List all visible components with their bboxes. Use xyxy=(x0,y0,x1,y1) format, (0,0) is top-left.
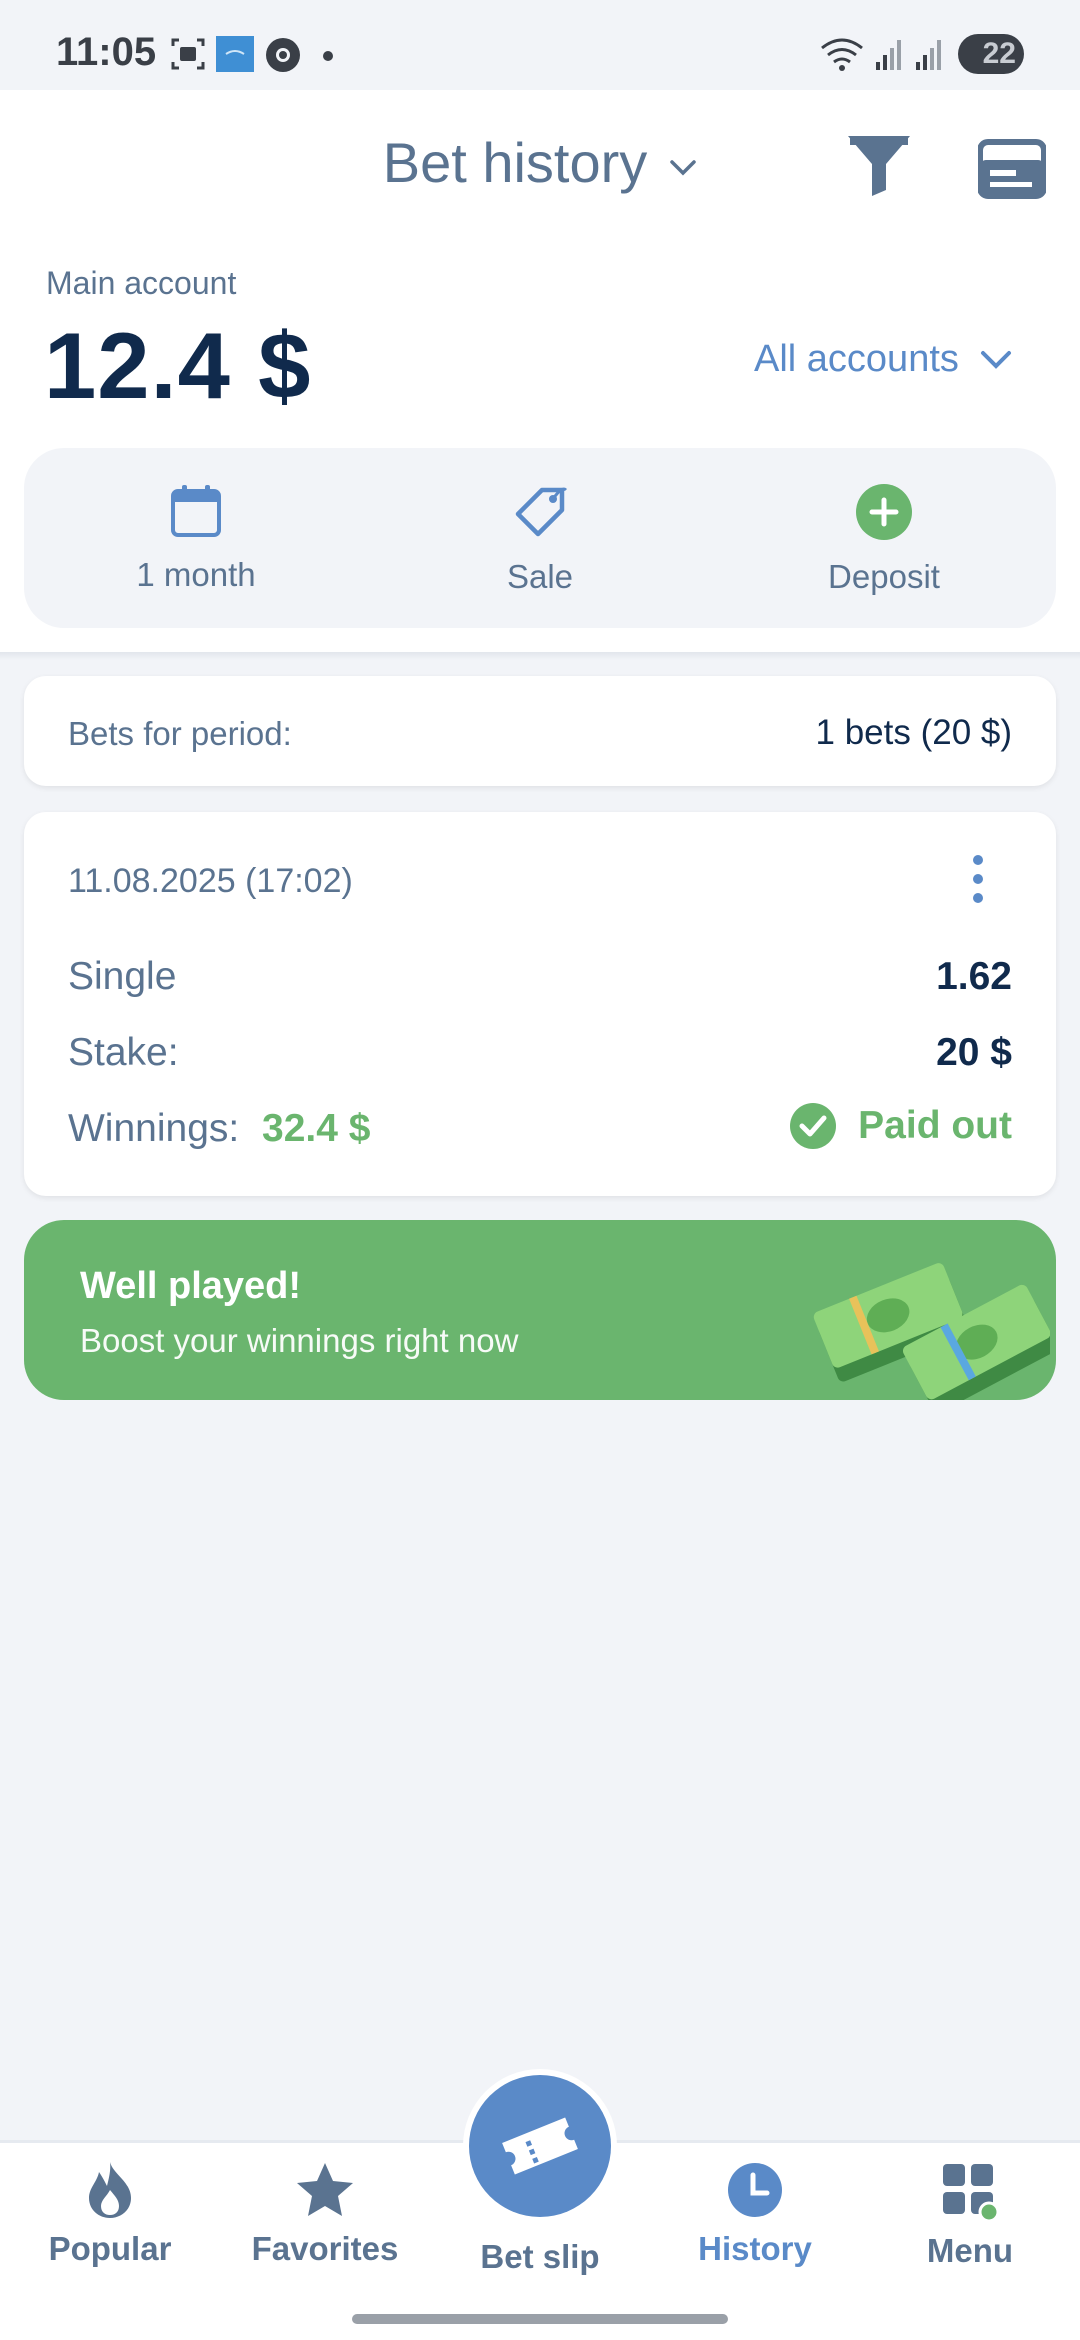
filter-icon[interactable] xyxy=(846,132,912,198)
bet-odds: 1.62 xyxy=(936,955,1012,998)
header-divider xyxy=(0,652,1080,660)
status-time: 11:05 xyxy=(56,30,157,74)
clock-icon xyxy=(728,2163,782,2217)
nav-history-label: History xyxy=(698,2230,812,2267)
all-accounts-dropdown[interactable]: All accounts xyxy=(754,338,1013,381)
bet-slip-list-icon[interactable] xyxy=(978,138,1046,200)
paid-out-status: Paid out xyxy=(790,1103,1012,1149)
screenshot-icon xyxy=(171,38,205,70)
money-stack-icon xyxy=(813,1263,1050,1400)
promo-subtitle: Boost your winnings right now xyxy=(80,1322,519,1359)
deposit-label: Deposit xyxy=(828,558,940,595)
nav-bet-slip-label: Bet slip xyxy=(480,2238,600,2275)
nav-popular[interactable]: Popular xyxy=(10,2160,210,2268)
period-summary-value: 1 bets (20 $) xyxy=(815,713,1013,752)
chrome-icon xyxy=(266,38,300,72)
signal-icon xyxy=(876,40,901,70)
sale-button[interactable]: Sale xyxy=(390,484,690,596)
period-button[interactable]: 1 month xyxy=(46,484,346,594)
plus-circle-icon xyxy=(856,484,912,540)
calendar-icon xyxy=(171,485,221,537)
dot-icon xyxy=(323,51,333,61)
main-balance: 12.4 $ xyxy=(44,313,312,418)
page-title: Bet history xyxy=(382,131,648,194)
grid-menu-icon xyxy=(943,2164,1000,2222)
tag-icon xyxy=(515,487,568,537)
stake-label: Stake: xyxy=(68,1031,179,1074)
bet-date: 11.08.2025 (17:02) xyxy=(68,862,353,900)
chevron-down-icon xyxy=(980,350,1011,369)
signal-icon-2 xyxy=(916,40,941,70)
ticket-icon xyxy=(502,2117,578,2175)
more-options-icon[interactable] xyxy=(968,854,988,904)
wifi-icon xyxy=(821,38,863,71)
battery-icon: 22 xyxy=(958,34,1024,74)
winnings-value: 32.4 $ xyxy=(262,1107,371,1150)
title-dropdown[interactable]: Bet history xyxy=(0,130,1080,195)
app-notification-icon xyxy=(216,36,254,72)
nav-favorites-label: Favorites xyxy=(251,2230,399,2267)
period-summary-label: Bets for period: xyxy=(68,715,292,752)
nav-history[interactable]: History xyxy=(655,2160,855,2268)
sale-label: Sale xyxy=(506,558,574,595)
all-accounts-label: All accounts xyxy=(754,338,959,380)
promo-title: Well played! xyxy=(80,1265,302,1307)
winnings-label: Winnings: xyxy=(68,1107,240,1150)
nav-menu-label: Menu xyxy=(926,2232,1014,2269)
nav-favorites[interactable]: Favorites xyxy=(225,2160,425,2268)
stake-value: 20 $ xyxy=(936,1031,1012,1074)
deposit-button[interactable]: Deposit xyxy=(734,484,1034,596)
paid-out-label: Paid out xyxy=(858,1104,1012,1147)
bet-type: Single xyxy=(68,955,177,998)
nav-popular-label: Popular xyxy=(48,2230,172,2267)
period-label: 1 month xyxy=(136,556,256,593)
star-icon xyxy=(297,2163,353,2216)
check-circle-icon xyxy=(790,1103,837,1149)
flame-icon xyxy=(89,2162,131,2218)
battery-level: 22 xyxy=(982,37,1016,70)
nav-menu[interactable]: Menu xyxy=(870,2160,1070,2270)
main-account-label: Main account xyxy=(46,265,237,301)
nav-bet-slip[interactable] xyxy=(469,2075,611,2217)
chevron-down-icon xyxy=(670,159,697,175)
home-indicator[interactable] xyxy=(352,2314,728,2324)
